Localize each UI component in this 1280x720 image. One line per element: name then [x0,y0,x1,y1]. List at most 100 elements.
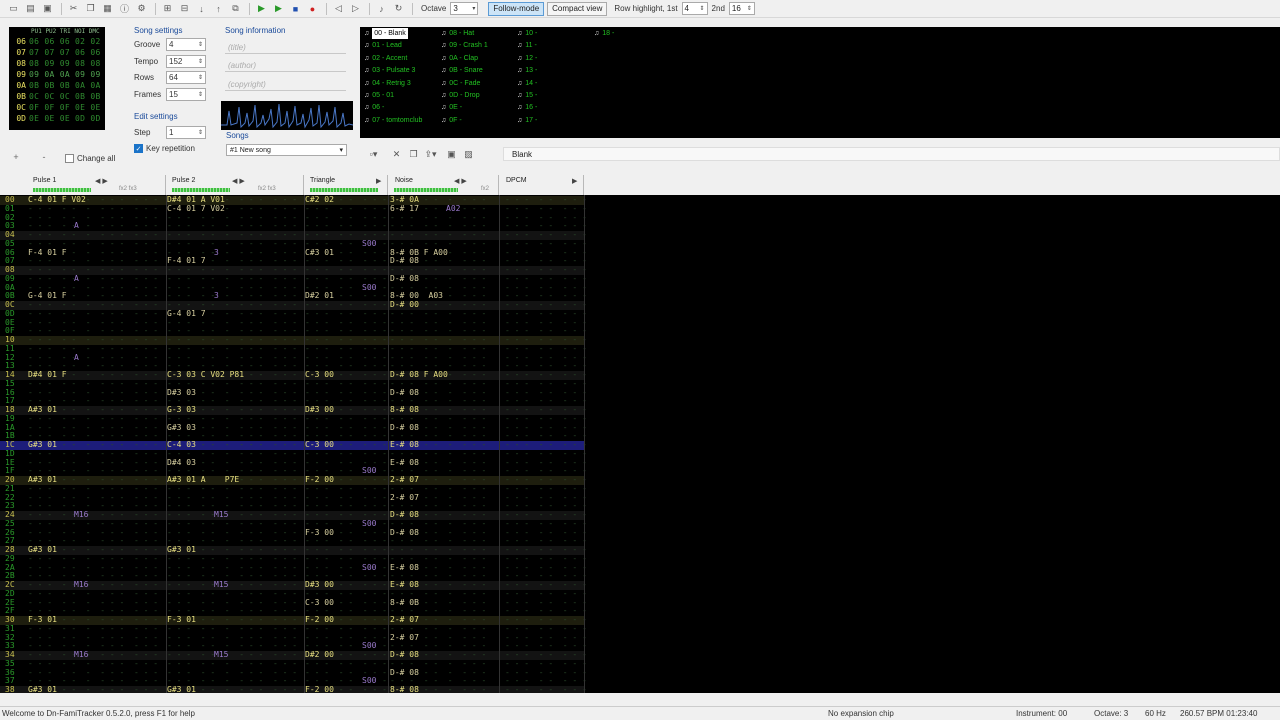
prev-song-icon[interactable]: ◁ [331,2,346,16]
instrument-item[interactable]: ♫ 02 - Accent [364,53,407,64]
new-instrument-icon[interactable]: ▫▾ [366,147,381,161]
frame-patterns[interactable]: 09 0A 0A 09 09 [29,69,101,80]
instrument-item[interactable]: ♫ 15 - [517,90,537,101]
frame-patterns[interactable]: 0B 0B 0B 0A 0A [29,80,101,91]
paste-icon[interactable]: ▦ [100,2,115,16]
groove-spinner[interactable]: 4 ⇕ [166,38,206,51]
pattern-row[interactable]: 38- - - - - - - - - - - -- - - - - - - -… [0,685,587,693]
stop-icon[interactable]: ■ [288,2,303,16]
clone-instrument-icon[interactable]: ❐ [406,147,421,161]
pattern-cell[interactable]: G#3 01 [167,685,196,693]
add-frame-button[interactable]: + [9,152,23,164]
channel-triangle[interactable]: Triangle ▶ [304,175,388,195]
instrument-item[interactable]: ♫ 06 - [364,102,384,113]
instrument-item[interactable]: ♫ 0F - [441,115,462,126]
settings-icon[interactable]: ⚙ [134,2,149,16]
instrument-item[interactable]: ♫ 03 - Pulsate 3 [364,65,415,76]
instrument-item[interactable]: ♫ 16 - [517,102,537,113]
pattern-grid[interactable]: 00- - - - - - - - - - - -- - - - - - - -… [0,195,587,693]
channel-pulse2[interactable]: Pulse 2 ◀ ▶ fx2 fx3 [166,175,304,195]
frame-patterns[interactable]: 0C 0C 0C 0B 0B [29,91,101,102]
next-song-icon[interactable]: ▷ [348,2,363,16]
instrument-list[interactable]: ♫ 00 - Blank ♫ 01 - Lead ♫ 02 - Accent ♫ 03 - P… [360,27,1280,138]
frames-spinner[interactable]: 15 ⇕ [166,88,206,101]
channel-arrows-icon[interactable]: ◀ ▶ [232,177,245,185]
empty-cell[interactable]: - - - - - - - - [505,685,587,693]
remove-instrument-icon[interactable]: ✕ [389,147,404,161]
step-spinner[interactable]: 1 ⇕ [166,126,206,139]
tempo-spinner[interactable]: 152 ⇕ [166,55,206,68]
row-highlight-2nd-spinner[interactable]: 16 ⇕ [728,2,755,15]
channel-arrows-icon[interactable]: ◀ ▶ [454,177,467,185]
instrument-item[interactable]: ♫ 10 - [517,28,537,39]
instrument-item[interactable]: ♫ 09 - Crash 1 [441,40,488,51]
instrument-item[interactable]: ♫ 08 - Hat [441,28,474,39]
instrument-item[interactable]: ♫ 0B - Snare [441,65,483,76]
move-up-icon[interactable]: ↑ [211,2,226,16]
channel-arrow-icon[interactable]: ▶ [376,177,381,185]
pattern-cell[interactable]: 8-# 08 [390,685,419,693]
octave-spinner[interactable]: 3 ▾ [450,2,479,15]
instrument-item[interactable]: ♫ 07 - tomtomclub [364,115,422,126]
frame-row[interactable]: 09 09 0A 0A 09 09 [9,69,105,80]
compact-view-button[interactable]: Compact view [547,1,608,16]
author-field[interactable]: (author) [225,59,346,72]
insert-frame-icon[interactable]: ⊞ [160,2,175,16]
instrument-item[interactable]: ♫ 0D - Drop [441,90,480,101]
row-highlight-1st-spinner[interactable]: 4 ⇕ [681,2,708,15]
new-file-icon[interactable]: ▭ [6,2,21,16]
frame-patterns[interactable]: 08 09 09 08 08 [29,58,101,69]
move-down-icon[interactable]: ↓ [194,2,209,16]
title-field[interactable]: (title) [225,41,346,54]
remove-frame-icon[interactable]: ⊟ [177,2,192,16]
remove-frame-button[interactable]: - [37,152,51,164]
frame-list[interactable]: PU1 PU2 TRI NOI DMC 06 06 06 06 02 02 07 07… [9,27,105,130]
edit-instrument-icon[interactable]: ▨ [461,147,476,161]
pattern-cell[interactable]: F-2 00 [305,685,334,693]
instrument-item[interactable]: ♫ 14 - [517,78,537,89]
cut-icon[interactable]: ✂ [66,2,81,16]
instrument-item[interactable]: ♫ 18 - [594,28,614,39]
follow-mode-button[interactable]: Follow-mode [488,1,545,16]
rows-spinner[interactable]: 64 ⇕ [166,71,206,84]
frame-row[interactable]: 06 06 06 06 02 02 [9,36,105,47]
save-file-icon[interactable]: ▣ [40,2,55,16]
frame-row[interactable]: 08 08 09 09 08 08 [9,58,105,69]
frame-row[interactable]: 0A 0B 0B 0B 0A 0A [9,80,105,91]
frame-row[interactable]: 0B 0C 0C 0C 0B 0B [9,91,105,102]
instrument-item[interactable]: ♫ 00 - Blank [364,28,408,39]
save-instrument-icon[interactable]: ▣ [444,147,459,161]
info-icon[interactable]: ⓘ [117,2,132,16]
load-instrument-icon[interactable]: ⇪▾ [423,147,438,161]
instrument-item[interactable]: ♫ 17 - [517,115,537,126]
frame-patterns[interactable]: 06 06 06 02 02 [29,36,101,47]
tuner-icon[interactable]: ♪ [374,2,389,16]
instrument-item[interactable]: ♫ 05 - 01 [364,90,394,101]
channel-noise[interactable]: Noise ◀ ▶ fx2 [388,175,499,195]
frame-patterns[interactable]: 07 07 07 06 06 [29,47,101,58]
instrument-item[interactable]: ♫ 13 - [517,65,537,76]
channel-dpcm[interactable]: DPCM ▶ [499,175,584,195]
play-icon[interactable]: ▶ [271,2,286,16]
frame-patterns[interactable]: 0F 0F 0F 0E 0E [29,102,101,113]
play-loop-icon[interactable]: ▶ [254,2,269,16]
instrument-item[interactable]: ♫ 0C - Fade [441,78,480,89]
open-file-icon[interactable]: ▤ [23,2,38,16]
copy-icon[interactable]: ❐ [83,2,98,16]
pattern-editor[interactable]: 00- - - - - - - - - - - -- - - - - - - -… [0,195,1280,693]
frame-row[interactable]: 07 07 07 07 06 06 [9,47,105,58]
pattern-cell[interactable]: G#3 01 [28,685,57,693]
frame-patterns[interactable]: 0E 0E 0E 0D 0D [29,113,101,124]
help-icon[interactable]: ↻ [391,2,406,16]
record-icon[interactable]: ● [305,2,320,16]
channel-arrow-icon[interactable]: ▶ [572,177,577,185]
instrument-item[interactable]: ♫ 0E - [441,102,462,113]
frame-row[interactable]: 0D 0E 0E 0E 0D 0D [9,113,105,124]
instrument-name-field[interactable]: Blank [503,147,1280,161]
instrument-item[interactable]: ♫ 11 - [517,40,537,51]
duplicate-icon[interactable]: ⧉ [228,2,243,16]
instrument-item[interactable]: ♫ 01 - Lead [364,40,402,51]
frame-row[interactable]: 0C 0F 0F 0F 0E 0E [9,102,105,113]
change-all-checkbox[interactable]: Change all [65,153,115,163]
channel-pulse1[interactable]: Pulse 1 ◀ ▶ fx2 fx3 [27,175,166,195]
